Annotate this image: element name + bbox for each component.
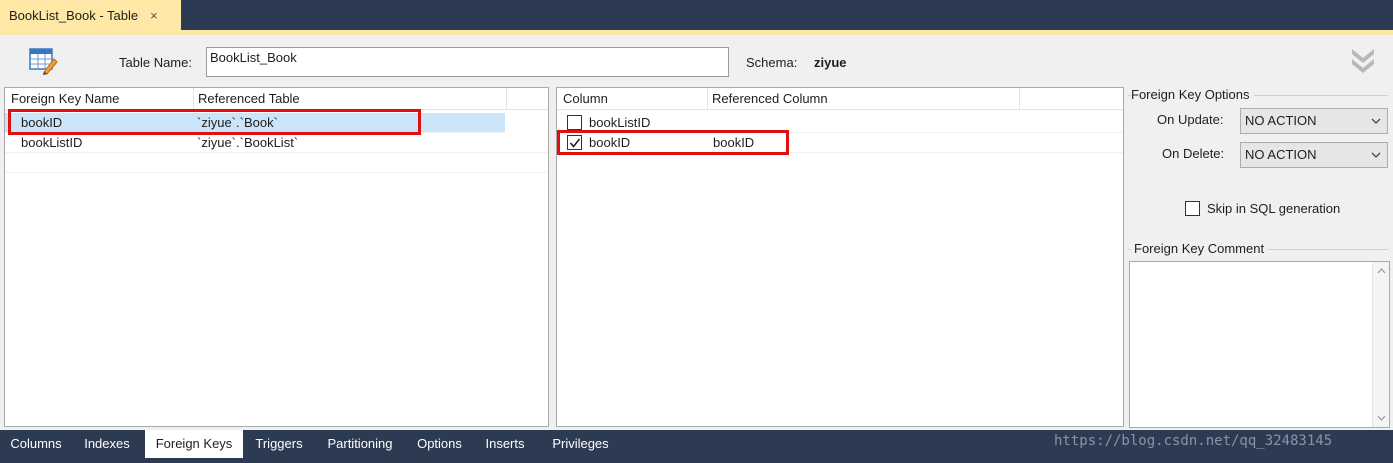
table-editor-icon [29, 48, 58, 75]
chevron-down-icon [1371, 152, 1381, 158]
fk-row-empty[interactable] [5, 153, 548, 173]
on-delete-label: On Delete: [1162, 146, 1225, 161]
fk-comment-title: Foreign Key Comment [1131, 241, 1269, 256]
column-header-fk-name[interactable]: Foreign Key Name [7, 88, 194, 110]
checkbox-icon[interactable] [567, 135, 582, 150]
skip-sql-label[interactable]: Skip in SQL generation [1207, 201, 1340, 216]
chevron-down-icon [1371, 118, 1381, 124]
tab-triggers[interactable]: Triggers [246, 430, 312, 458]
watermark-text: https://blog.csdn.net/qq_32483145 [1054, 433, 1333, 449]
schema-label: Schema: [746, 55, 798, 70]
skip-sql-checkbox[interactable] [1185, 201, 1200, 216]
column-header-referenced-table[interactable]: Referenced Table [194, 88, 507, 110]
tab-options[interactable]: Options [408, 430, 471, 458]
tab-partitioning[interactable]: Partitioning [317, 430, 403, 458]
on-update-label: On Update: [1157, 112, 1224, 127]
foreign-keys-grid[interactable]: Foreign Key Name Referenced Table bookID… [4, 87, 549, 427]
fk-row-bookid[interactable]: bookID `ziyue`.`Book` [5, 113, 505, 133]
tab-columns[interactable]: Columns [4, 430, 68, 458]
tab-title: BookList_Book - Table [9, 7, 139, 23]
check-mark-icon [569, 138, 581, 148]
scroll-up-icon[interactable] [1377, 268, 1386, 274]
column-row-bookid[interactable]: bookID bookID [557, 133, 1123, 153]
tab-inserts[interactable]: Inserts [476, 430, 534, 458]
column-name-cell: bookID [589, 135, 631, 150]
tab-foreign-keys[interactable]: Foreign Keys [145, 430, 243, 458]
table-name-label: Table Name: [119, 55, 192, 70]
on-delete-select[interactable]: NO ACTION [1240, 142, 1388, 168]
collapse-chevrons-icon[interactable] [1350, 45, 1376, 73]
fk-options-title: Foreign Key Options [1131, 87, 1254, 102]
foreign-keys-grid-header: Foreign Key Name Referenced Table [5, 88, 548, 110]
schema-value: ziyue [814, 55, 847, 70]
fk-row-booklistid[interactable]: bookListID `ziyue`.`BookList` [5, 133, 548, 153]
fk-columns-grid[interactable]: Column Referenced Column bookListID book… [556, 87, 1124, 427]
table-editor-tab[interactable]: BookList_Book - Table × [0, 0, 181, 30]
tab-privileges[interactable]: Privileges [543, 430, 618, 458]
close-icon[interactable]: × [150, 8, 158, 23]
editor-tab-bar: BookList_Book - Table × [0, 0, 1393, 30]
on-delete-value: NO ACTION [1245, 147, 1317, 162]
on-update-value: NO ACTION [1245, 113, 1317, 128]
column-header-referenced-column[interactable]: Referenced Column [708, 88, 1020, 110]
fk-name-cell: bookID [21, 115, 63, 130]
fk-comment-textarea[interactable] [1129, 261, 1390, 428]
fk-name-cell: bookListID [21, 135, 83, 150]
on-update-select[interactable]: NO ACTION [1240, 108, 1388, 134]
table-header: Table Name: BookList_Book Schema: ziyue [0, 35, 1393, 86]
fk-columns-grid-header: Column Referenced Column [557, 88, 1123, 110]
fk-table-cell: `ziyue`.`BookList` [197, 135, 299, 150]
fk-table-cell: `ziyue`.`Book` [197, 115, 278, 130]
referenced-column-cell: bookID [713, 135, 755, 150]
tab-indexes[interactable]: Indexes [74, 430, 140, 458]
column-header-column[interactable]: Column [559, 88, 708, 110]
column-row-booklistid[interactable]: bookListID [557, 113, 1123, 133]
column-name-cell: bookListID [589, 115, 651, 130]
comment-scrollbar[interactable] [1372, 262, 1389, 427]
scroll-down-icon[interactable] [1377, 415, 1386, 421]
table-name-input[interactable]: BookList_Book [206, 47, 729, 77]
checkbox-icon[interactable] [567, 115, 582, 130]
